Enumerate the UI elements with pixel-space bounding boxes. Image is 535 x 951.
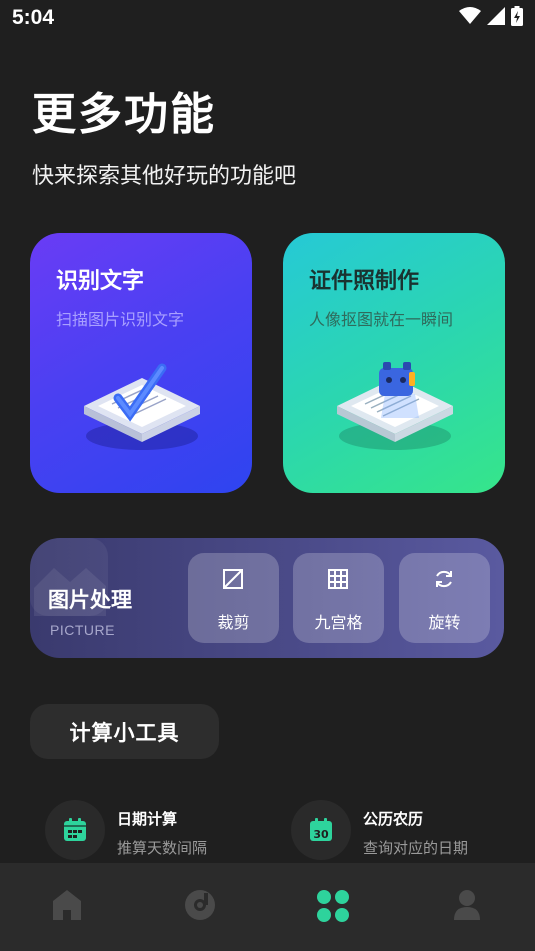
page-subtitle: 快来探索其他好玩的功能吧 [32, 164, 297, 189]
calendar-badge: 30 [313, 828, 329, 841]
ocr-card-desc: 扫描图片识别文字 [56, 310, 185, 329]
robot-document-icon [337, 362, 453, 450]
crop-label: 裁剪 [217, 613, 250, 632]
profile-icon [453, 890, 480, 920]
date-calc-desc: 推算天数间隔 [117, 839, 208, 857]
date-calc-icon-bg [45, 800, 105, 860]
cell-signal-icon [487, 7, 505, 25]
document-check-icon [84, 363, 200, 450]
home-icon [52, 890, 81, 920]
status-time: 5:04 [12, 6, 55, 29]
lunar-calendar-icon-bg: 30 [291, 800, 351, 860]
calc-tools-heading: 计算小工具 [30, 704, 219, 759]
apps-grid-icon [316, 890, 349, 922]
ocr-card-title: 识别文字 [56, 269, 145, 294]
id-photo-card-title: 证件照制作 [309, 269, 420, 294]
crop-button[interactable]: 裁剪 [188, 553, 279, 643]
nine-grid-button[interactable]: 九宫格 [293, 553, 384, 643]
rotate-label: 旋转 [428, 613, 461, 632]
page-title: 更多功能 [32, 89, 216, 140]
bottom-tab-bar [0, 863, 535, 951]
lunar-calendar-desc: 查询对应的日期 [363, 839, 469, 857]
ocr-card[interactable]: 识别文字 扫描图片识别文字 [30, 233, 252, 493]
calendar-30-icon: 30 [310, 818, 332, 841]
tab-music[interactable] [133, 863, 266, 951]
lunar-calendar-name: 公历农历 [363, 810, 424, 828]
calendar-icon [64, 818, 86, 841]
status-icons [459, 6, 523, 26]
nine-grid-label: 九宫格 [314, 613, 363, 632]
music-disc-icon [184, 890, 215, 920]
id-photo-card[interactable]: 证件照制作 人像抠图就在一瞬间 [283, 233, 505, 493]
tab-profile[interactable] [400, 863, 533, 951]
rotate-button[interactable]: 旋转 [399, 553, 490, 643]
tab-more[interactable] [266, 863, 399, 951]
grid-icon [328, 569, 348, 589]
rotate-icon [436, 570, 452, 588]
battery-icon [511, 6, 523, 26]
crop-icon [223, 569, 243, 589]
wifi-icon [459, 7, 481, 24]
tab-home[interactable] [0, 863, 133, 951]
status-bar: 5:04 [0, 0, 535, 38]
picture-title: 图片处理 [48, 588, 132, 612]
date-calc-name: 日期计算 [117, 810, 178, 828]
picture-subtitle: PICTURE [50, 622, 115, 638]
picture-tools-panel: 图片处理 PICTURE 裁剪 九宫格 旋转 [30, 538, 504, 658]
id-photo-card-desc: 人像抠图就在一瞬间 [309, 310, 454, 329]
